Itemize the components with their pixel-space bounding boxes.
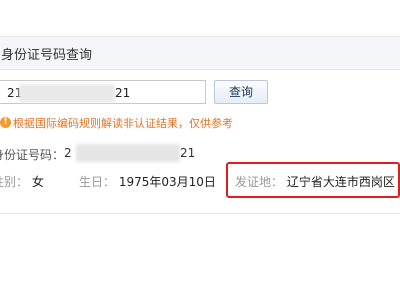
result-id-prefix: 2 [64,146,72,160]
panel-header: 身份证号码查询 [0,37,400,70]
issuer-highlight-box: 发证地： 辽宁省大连市西岗区 [226,162,400,198]
result-id-suffix: 21 [180,146,196,160]
warning-icon: ! [0,117,11,128]
id-input-redaction [19,84,115,102]
id-number-input[interactable]: 21 21 [0,80,206,104]
result-id-label: 身份证号码： [0,148,65,162]
issuer-label: 发证地： [235,175,284,189]
issuer-field: 发证地： 辽宁省大连市西岗区 [235,173,395,190]
birthday-label: 生日： [79,175,116,189]
result-id-redaction [76,144,180,162]
gender-field: 性别： 女 [0,173,44,190]
panel-title: 身份证号码查询 [1,48,93,63]
issuer-value: 辽宁省大连市西岗区 [286,175,395,189]
disclaimer-text: 根据国际编码规则解读非认证结果，仅供参考 [13,117,233,130]
id-query-page: 身份证号码查询 21 21 查询 ! 根据国际编码规则解读非认证结果，仅供参考 … [0,0,400,300]
birthday-field: 生日： 1975年03月10日 [79,173,216,190]
id-input-suffix: 21 [115,86,131,100]
query-button[interactable]: 查询 [214,80,268,104]
birthday-value: 1975年03月10日 [118,175,216,189]
gender-value: 女 [31,175,44,189]
gender-label: 性别： [0,175,29,189]
